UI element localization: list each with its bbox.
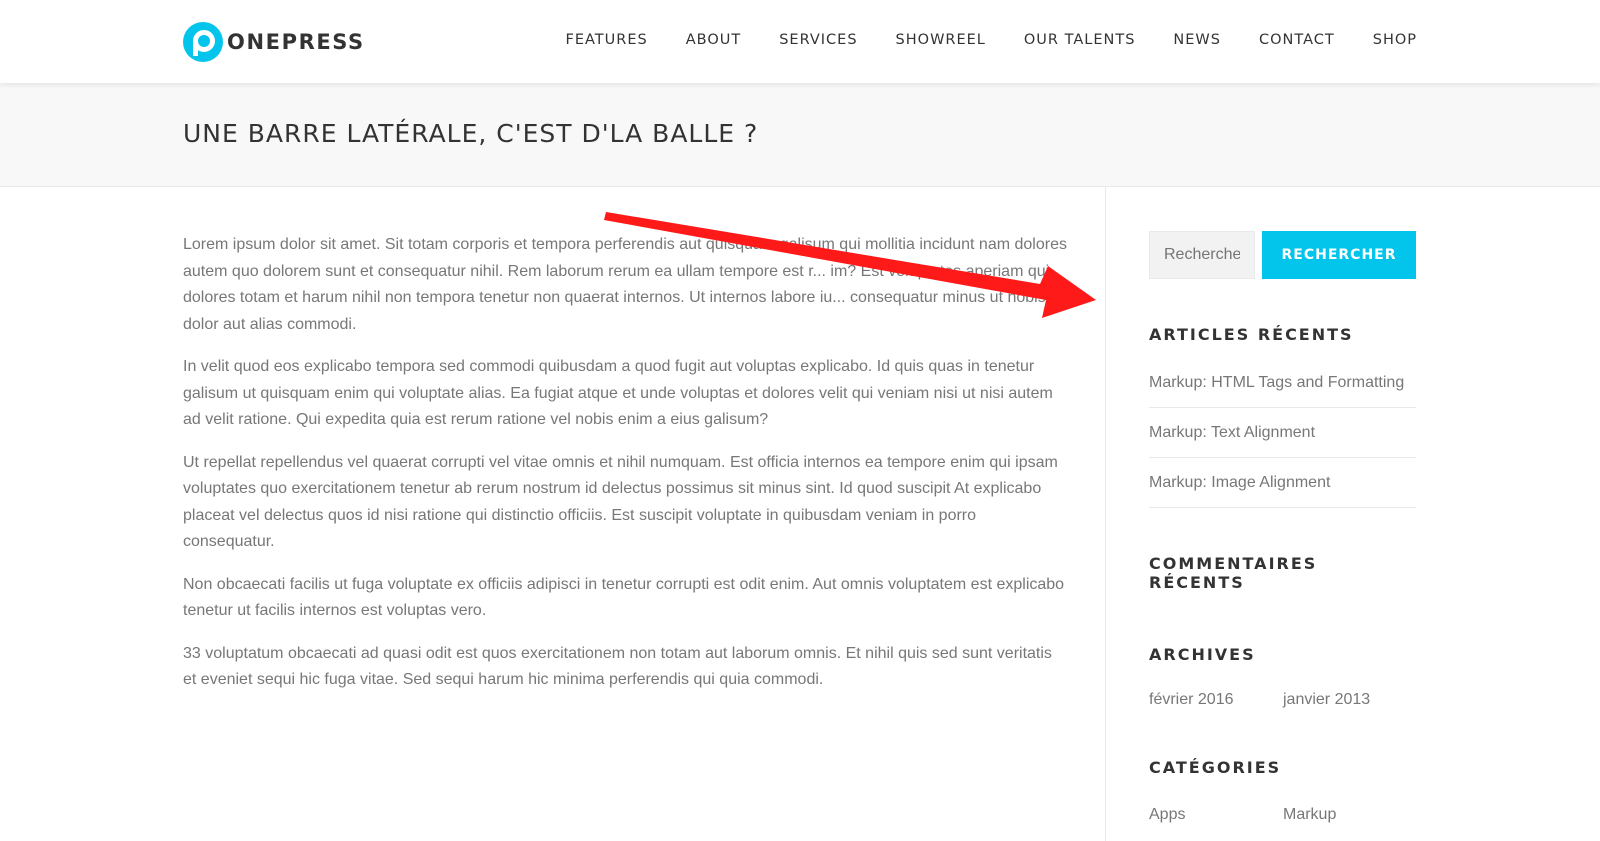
categories-list: Apps Markup	[1149, 804, 1417, 824]
nav-item-about[interactable]: ABOUT	[686, 32, 742, 48]
search-form: RECHERCHER	[1149, 231, 1416, 279]
category-link[interactable]: Apps	[1149, 806, 1185, 823]
site-logo[interactable]: ONEPRESS	[183, 22, 365, 62]
nav-item-services[interactable]: SERVICES	[779, 32, 857, 48]
search-input[interactable]	[1149, 231, 1255, 279]
sidebar-divider	[1105, 187, 1106, 841]
content-paragraph: In velit quod eos explicabo tempora sed …	[183, 358, 1053, 428]
list-item: février 2016	[1149, 689, 1283, 709]
page-header: UNE BARRE LATÉRALE, C'EST D'LA BALLE ?	[0, 83, 1600, 187]
archive-link[interactable]: février 2016	[1149, 691, 1234, 708]
content-paragraph: Non obcaecati facilis ut fuga voluptate …	[183, 575, 1065, 620]
sidebar: RECHERCHER ARTICLES RÉCENTS Markup: HTML…	[1149, 231, 1416, 823]
site-header: ONEPRESS FEATURES ABOUT SERVICES SHOWREE…	[0, 0, 1600, 83]
nav-item-showreel[interactable]: SHOWREEL	[896, 32, 986, 48]
logo-text: ONEPRESS	[227, 30, 365, 54]
category-link[interactable]: Markup	[1283, 806, 1336, 823]
nav-item-contact[interactable]: CONTACT	[1259, 32, 1335, 48]
categories-title: CATÉGORIES	[1149, 758, 1282, 777]
list-item: Markup: Image Alignment	[1149, 458, 1416, 508]
page-title: UNE BARRE LATÉRALE, C'EST D'LA BALLE ?	[183, 119, 759, 148]
main-content: Lorem ipsum dolor sit amet. Sit totam co…	[183, 232, 1068, 710]
archives-list: février 2016 janvier 2013	[1149, 689, 1417, 709]
archive-link[interactable]: janvier 2013	[1283, 691, 1370, 708]
content-paragraph: 33 voluptatum obcaecati ad quasi odit es…	[183, 644, 1052, 689]
recent-posts-title: ARTICLES RÉCENTS	[1149, 325, 1354, 344]
list-item: janvier 2013	[1283, 689, 1417, 709]
content-paragraph: Ut repellat repellendus vel quaerat corr…	[183, 453, 1058, 551]
list-item: Markup	[1283, 804, 1417, 824]
list-item: Markup: HTML Tags and Formatting	[1149, 358, 1416, 408]
nav-item-features[interactable]: FEATURES	[565, 32, 647, 48]
recent-post-link[interactable]: Markup: HTML Tags and Formatting	[1149, 374, 1404, 392]
recent-post-link[interactable]: Markup: Text Alignment	[1149, 424, 1315, 442]
list-item: Apps	[1149, 804, 1283, 824]
nav-item-news[interactable]: NEWS	[1173, 32, 1221, 48]
nav-item-our-talents[interactable]: OUR TALENTS	[1024, 32, 1136, 48]
main-nav: FEATURES ABOUT SERVICES SHOWREEL OUR TAL…	[527, 32, 1417, 48]
content-paragraph: Lorem ipsum dolor sit amet. Sit totam co…	[183, 236, 1067, 333]
archives-title: ARCHIVES	[1149, 645, 1256, 664]
recent-posts-list: Markup: HTML Tags and Formatting Markup:…	[1149, 358, 1416, 508]
nav-item-shop[interactable]: SHOP	[1373, 32, 1417, 48]
recent-comments-title: COMMENTAIRES RÉCENTS	[1149, 554, 1318, 592]
list-item: Markup: Text Alignment	[1149, 408, 1416, 458]
onepress-logo-icon	[183, 22, 223, 62]
search-button[interactable]: RECHERCHER	[1262, 231, 1416, 279]
recent-post-link[interactable]: Markup: Image Alignment	[1149, 474, 1330, 492]
